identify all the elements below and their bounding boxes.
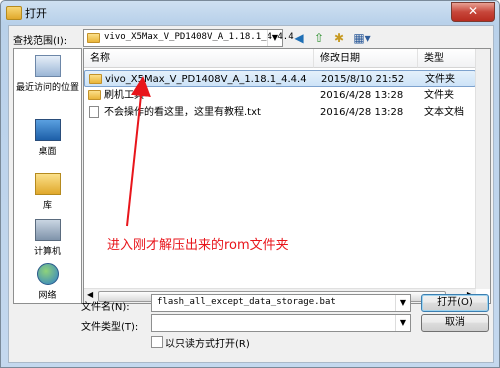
- annotation-text: 进入刚才解压出来的rom文件夹: [107, 238, 289, 253]
- open-button[interactable]: 打开(O): [421, 294, 489, 312]
- filetype-select[interactable]: ▼: [151, 314, 411, 332]
- window-title: 打开: [25, 7, 47, 20]
- folder-open-icon: [6, 6, 22, 20]
- close-button[interactable]: ✕: [451, 2, 495, 22]
- filename-value: flash_all_except_data_storage.bat: [157, 297, 336, 307]
- filetype-label: 文件类型(T):: [81, 322, 139, 333]
- open-file-dialog: 打开 ✕ 查找范围(I): vivo_X5Max_V_PD1408V_A_1.1…: [0, 0, 500, 368]
- readonly-label: 以只读方式打开(R): [165, 339, 250, 350]
- filename-label: 文件名(N):: [81, 302, 130, 313]
- chevron-down-icon[interactable]: ▼: [395, 315, 410, 331]
- chevron-down-icon[interactable]: ▼: [395, 295, 410, 311]
- title-bar[interactable]: 打开 ✕: [1, 1, 499, 25]
- cancel-button[interactable]: 取消: [421, 314, 489, 332]
- readonly-checkbox[interactable]: [151, 336, 163, 348]
- dialog-body: 查找范围(I): vivo_X5Max_V_PD1408V_A_1.18.1_4…: [8, 25, 494, 363]
- filename-field[interactable]: flash_all_except_data_storage.bat ▼: [151, 294, 411, 312]
